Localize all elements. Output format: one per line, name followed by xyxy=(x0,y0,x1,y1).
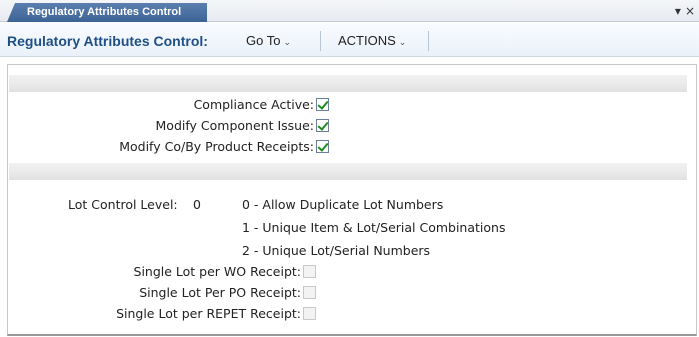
single-lot-repet-label: Single Lot per REPET Receipt: xyxy=(116,306,301,321)
goto-menu-label: Go To xyxy=(246,33,281,48)
section-band xyxy=(9,163,687,180)
section-band xyxy=(9,75,687,92)
modify-component-issue-checkbox[interactable] xyxy=(316,119,329,132)
single-lot-wo-label: Single Lot per WO Receipt: xyxy=(133,264,301,279)
menu-divider xyxy=(320,31,321,51)
tab-regulatory-attributes-control[interactable]: Regulatory Attributes Control xyxy=(7,3,207,22)
close-icon[interactable]: × xyxy=(685,4,695,18)
single-lot-wo-checkbox[interactable] xyxy=(303,265,316,278)
lot-control-option: 1 - Unique Item & Lot/Serial Combination… xyxy=(242,220,506,235)
lot-control-level-value[interactable]: 0 xyxy=(193,197,201,212)
lot-control-option: 0 - Allow Duplicate Lot Numbers xyxy=(242,197,444,212)
window: Regulatory Attributes Control ▾ × Regula… xyxy=(0,0,699,337)
tab-controls: ▾ × xyxy=(675,3,695,19)
lot-control-option: 2 - Unique Lot/Serial Numbers xyxy=(242,243,431,258)
compliance-active-label: Compliance Active: xyxy=(193,97,314,112)
tab-strip: Regulatory Attributes Control ▾ × xyxy=(0,0,699,22)
modify-coby-receipts-checkbox[interactable] xyxy=(316,140,329,153)
page-title: Regulatory Attributes Control: xyxy=(7,33,208,49)
single-lot-po-label: Single Lot Per PO Receipt: xyxy=(139,285,301,300)
chevron-down-icon: ⌄ xyxy=(398,37,407,47)
actions-menu[interactable]: ACTIONS ⌄ xyxy=(338,33,406,48)
compliance-active-checkbox[interactable] xyxy=(316,98,329,111)
actions-menu-label: ACTIONS xyxy=(338,33,396,48)
lot-control-level-label: Lot Control Level: xyxy=(68,197,178,212)
chevron-down-icon: ⌄ xyxy=(283,37,291,47)
tab-menu-icon[interactable]: ▾ xyxy=(675,4,681,18)
menu-divider xyxy=(428,31,429,51)
single-lot-po-checkbox[interactable] xyxy=(303,286,316,299)
single-lot-repet-checkbox[interactable] xyxy=(303,307,316,320)
title-bar: Regulatory Attributes Control: Go To ⌄ AC… xyxy=(0,23,699,57)
modify-component-issue-label: Modify Component Issue: xyxy=(155,118,314,133)
goto-menu[interactable]: Go To ⌄ xyxy=(246,33,291,48)
modify-coby-receipts-label: Modify Co/By Product Receipts: xyxy=(119,139,314,154)
